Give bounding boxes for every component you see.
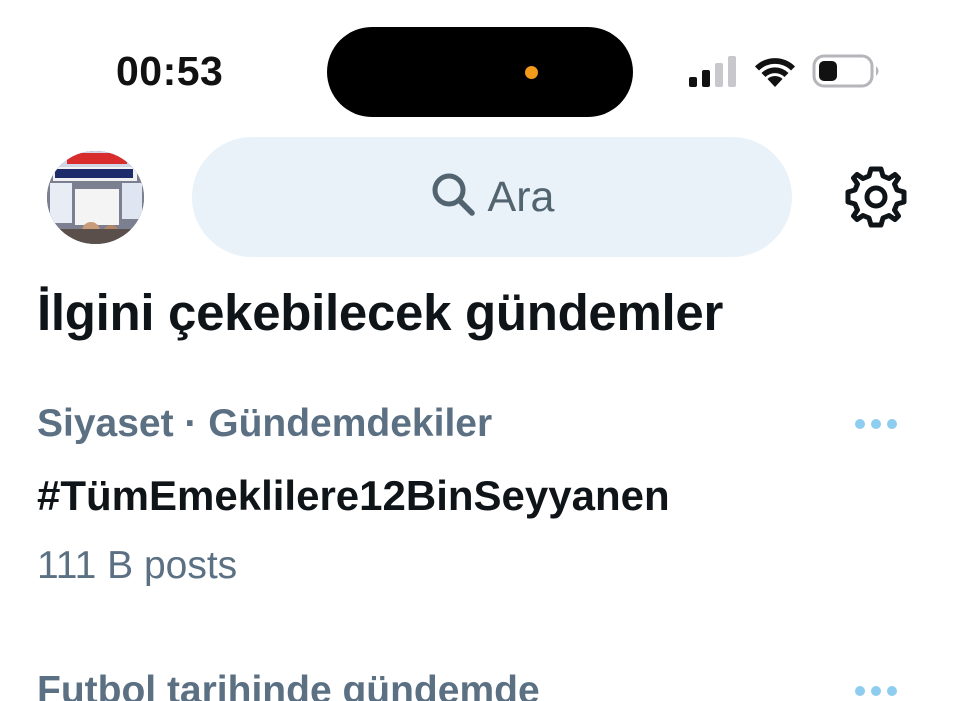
trend-name: #TümEmeklilere12BinSeyyanen — [37, 472, 670, 519]
avatar-photo — [47, 151, 144, 244]
trend-context: Futbol tarihinde gündemde — [37, 669, 540, 701]
search-placeholder: Ara — [487, 173, 555, 221]
battery-icon — [812, 54, 879, 88]
trend-context: Siyaset · Gündemdekiler — [37, 402, 493, 445]
wifi-icon — [755, 58, 795, 87]
search-input[interactable]: Ara — [192, 137, 792, 257]
dynamic-island — [327, 27, 633, 117]
avatar[interactable] — [47, 151, 144, 244]
gear-icon[interactable] — [843, 164, 909, 230]
more-options-icon[interactable] — [852, 416, 900, 432]
trend-item[interactable]: Futbol tarihinde gündemde — [0, 668, 960, 701]
more-options-icon[interactable] — [852, 683, 900, 699]
search-icon — [432, 173, 475, 216]
status-time: 00:53 — [116, 48, 224, 94]
section-title: İlgini çekebilecek gündemler — [37, 284, 724, 341]
explore-screen: 00:53 Ara İlgini çekebilecek gündemler S… — [0, 0, 960, 701]
signal-icon — [689, 56, 736, 87]
trend-post-count: 111 B posts — [37, 544, 238, 587]
trend-item[interactable]: Siyaset · Gündemdekiler #TümEmeklilere12… — [0, 401, 960, 601]
camera-indicator-dot — [525, 66, 538, 79]
